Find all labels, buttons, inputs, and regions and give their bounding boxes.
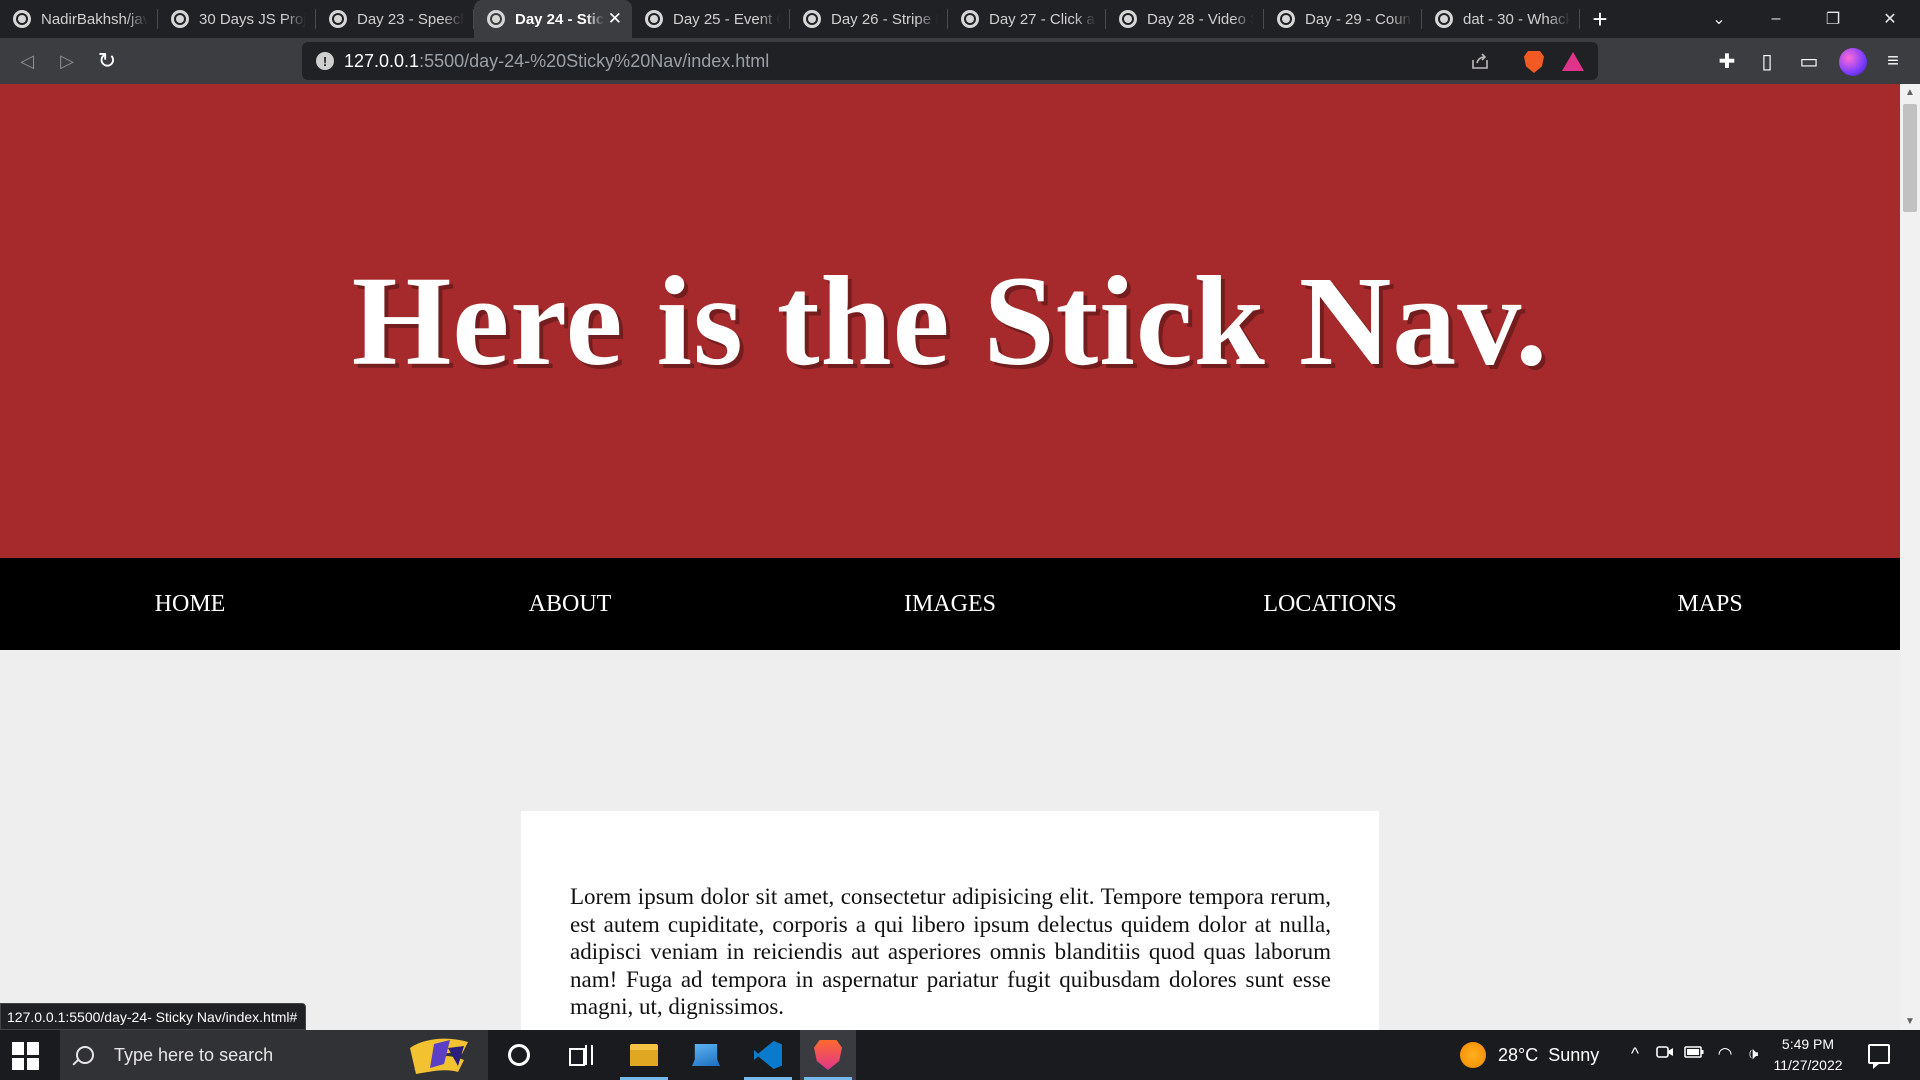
search-icon <box>76 1046 94 1064</box>
tab-title: Day 26 - Stripe Follow <box>831 10 938 28</box>
new-tab-button[interactable]: + <box>1580 0 1620 38</box>
taskbar-brave[interactable] <box>800 1030 856 1080</box>
scroll-up-arrow-icon[interactable]: ▲ <box>1900 84 1920 101</box>
tab-title: 30 Days JS Projects <box>199 10 306 28</box>
browser-tab[interactable]: Day 25 - Event Capture <box>632 0 790 38</box>
browser-tab[interactable]: NadirBakhsh/javascript30 <box>0 0 158 38</box>
vscode-icon <box>754 1041 782 1069</box>
tab-title: Day 28 - Video Speed <box>1147 10 1254 28</box>
tab-title: Day 27 - Click and Drag <box>989 10 1096 28</box>
hero-section: Here is the Stick Nav. <box>0 84 1900 558</box>
tab-title: Day 23 - Speech <box>357 10 464 28</box>
globe-icon <box>961 10 979 28</box>
globe-icon <box>329 10 347 28</box>
scroll-thumb[interactable] <box>1903 104 1917 212</box>
cortana-button[interactable] <box>491 1030 547 1080</box>
weather-condition: Sunny <box>1548 1044 1600 1065</box>
browser-tab[interactable]: Day 27 - Click and Drag <box>948 0 1106 38</box>
laptop-app-icon <box>692 1044 720 1066</box>
cortana-icon <box>508 1044 530 1066</box>
browser-tab[interactable]: dat - 30 - Whack A Mole <box>1422 0 1580 38</box>
close-tab-icon[interactable]: ✕ <box>608 9 622 29</box>
hero-title: Here is the Stick Nav. <box>351 249 1549 392</box>
browser-tab-active[interactable]: Day 24 - Sticky Nav ✕ <box>474 0 632 38</box>
tab-title: Day 24 - Sticky Nav <box>515 10 604 28</box>
weather-widget[interactable]: 28°C Sunny <box>1460 1030 1599 1080</box>
taskbar-search[interactable]: Type here to search <box>60 1030 488 1080</box>
nav-link-locations[interactable]: LOCATIONS <box>1140 591 1520 618</box>
tab-search-button[interactable]: ⌄ <box>1691 0 1747 38</box>
browser-tab[interactable]: Day 23 - Speech <box>316 0 474 38</box>
system-clock[interactable]: 5:49 PM 11/27/2022 <box>1768 1034 1848 1076</box>
tab-title: NadirBakhsh/javascript30 <box>41 10 148 28</box>
restore-button[interactable]: ❐ <box>1805 0 1861 38</box>
browser-tab[interactable]: Day - 29 - Countdown <box>1264 0 1422 38</box>
status-bar-link: 127.0.0.1:5500/day-24- Sticky Nav/index.… <box>0 1003 307 1030</box>
sun-icon <box>1460 1042 1486 1068</box>
search-placeholder: Type here to search <box>114 1044 274 1065</box>
globe-icon <box>1277 10 1295 28</box>
clock-date: 11/27/2022 <box>1773 1057 1843 1073</box>
scrollbar[interactable]: ▲ ▼ <box>1900 84 1920 1030</box>
brave-rewards-icon[interactable] <box>1562 52 1584 71</box>
site-info-icon[interactable]: ! <box>316 52 334 70</box>
notification-center-icon[interactable] <box>1868 1044 1890 1069</box>
weather-temp: 28°C <box>1498 1044 1539 1065</box>
wifi-icon[interactable]: ◠ <box>1714 1044 1736 1064</box>
brave-browser-icon <box>814 1040 842 1070</box>
github-icon <box>13 10 31 28</box>
scroll-down-arrow-icon[interactable]: ▼ <box>1900 1013 1920 1030</box>
windows-start-icon[interactable] <box>12 1042 40 1070</box>
browser-tab[interactable]: 30 Days JS Projects <box>158 0 316 38</box>
windows-taskbar: Type here to search 28°C Sunny ^ ◠ 🕩 5:4… <box>0 1030 1920 1080</box>
task-view-button[interactable] <box>552 1030 608 1080</box>
globe-icon <box>1435 10 1453 28</box>
nav-link-images[interactable]: IMAGES <box>760 591 1140 618</box>
tab-title: Day - 29 - Countdown <box>1305 10 1412 28</box>
browser-tab[interactable]: Day 26 - Stripe Follow <box>790 0 948 38</box>
menu-icon[interactable]: ≡ <box>1880 48 1906 74</box>
globe-icon <box>803 10 821 28</box>
forward-button[interactable]: ▷ <box>52 46 82 76</box>
tab-title: Day 25 - Event Capture <box>673 10 780 28</box>
page-viewport: Here is the Stick Nav. HOME ABOUT IMAGES… <box>0 84 1900 1030</box>
address-bar[interactable]: ! 127.0.0.1:5500/day-24-%20Sticky%20Nav/… <box>302 42 1598 80</box>
profile-avatar[interactable] <box>1839 48 1867 76</box>
minimize-button[interactable]: – <box>1748 0 1804 38</box>
sticky-nav: HOME ABOUT IMAGES LOCATIONS MAPS <box>0 558 1900 650</box>
nav-link-home[interactable]: HOME <box>0 591 380 618</box>
task-view-icon <box>569 1045 593 1066</box>
globe-icon <box>171 10 189 28</box>
show-hidden-icons-chevron-icon[interactable]: ^ <box>1624 1044 1646 1064</box>
browser-tab[interactable]: Day 28 - Video Speed <box>1106 0 1264 38</box>
reload-button[interactable]: ↻ <box>92 46 122 76</box>
globe-icon <box>1119 10 1137 28</box>
globe-icon <box>645 10 663 28</box>
file-explorer-icon <box>630 1044 658 1066</box>
sidebar-icon[interactable]: ▯ <box>1754 48 1780 74</box>
nav-link-about[interactable]: ABOUT <box>380 591 760 618</box>
tab-strip: NadirBakhsh/javascript30 30 Days JS Proj… <box>0 0 1920 38</box>
url-text: 127.0.0.1:5500/day-24-%20Sticky%20Nav/in… <box>344 50 770 71</box>
browser-toolbar: ◁ ▷ ↻ ! 127.0.0.1:5500/day-24-%20Sticky%… <box>0 38 1920 84</box>
search-highlight-icon <box>410 1038 468 1074</box>
brave-shields-icon[interactable] <box>1524 51 1544 73</box>
meet-now-icon[interactable] <box>1654 1044 1676 1065</box>
nav-link-maps[interactable]: MAPS <box>1520 591 1900 618</box>
back-button[interactable]: ◁ <box>12 46 42 76</box>
share-icon[interactable] <box>1470 51 1490 71</box>
close-window-button[interactable]: ✕ <box>1862 0 1918 38</box>
taskbar-file-explorer[interactable] <box>616 1030 672 1080</box>
battery-icon[interactable] <box>1683 1044 1705 1064</box>
volume-icon[interactable]: 🕩 <box>1742 1044 1764 1064</box>
body-paragraph: Lorem ipsum dolor sit amet, consectetur … <box>570 884 1331 1019</box>
globe-icon <box>487 10 505 28</box>
extensions-icon[interactable]: ✚ <box>1714 48 1740 74</box>
taskbar-vscode[interactable] <box>740 1030 796 1080</box>
clock-time: 5:49 PM <box>1781 1036 1835 1052</box>
tab-title: dat - 30 - Whack A Mole <box>1463 10 1570 28</box>
content-card: Lorem ipsum dolor sit amet, consectetur … <box>521 811 1379 1030</box>
taskbar-pc-app[interactable] <box>678 1030 734 1080</box>
wallet-icon[interactable]: ▭ <box>1796 48 1822 74</box>
